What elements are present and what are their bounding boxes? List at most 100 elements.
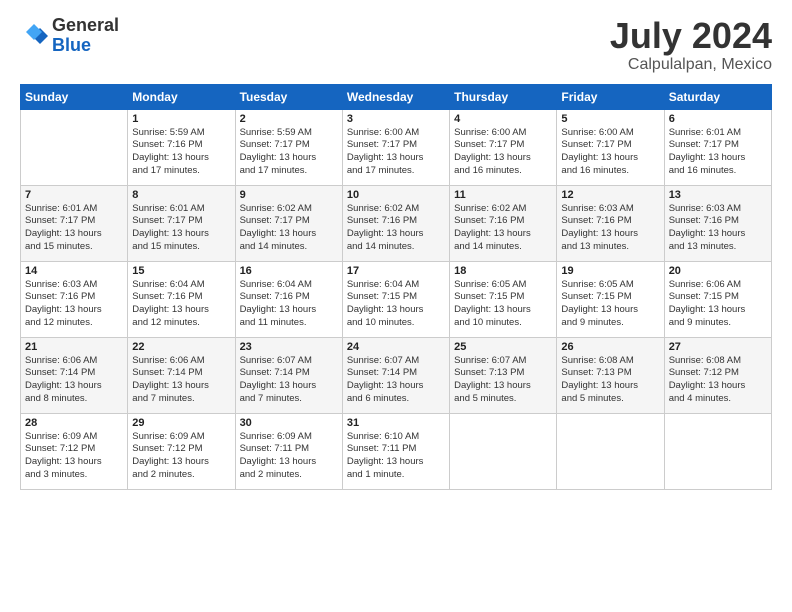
calendar-cell: 2 Sunrise: 5:59 AMSunset: 7:17 PMDaylight… (235, 109, 342, 185)
day-info: Sunrise: 6:05 AMSunset: 7:15 PMDaylight:… (561, 279, 659, 330)
day-info: Sunrise: 6:02 AMSunset: 7:16 PMDaylight:… (347, 203, 445, 254)
day-info: Sunrise: 6:08 AMSunset: 7:12 PMDaylight:… (669, 355, 767, 406)
calendar-cell: 3Sunrise: 6:00 AMSunset: 7:17 PMDaylight… (342, 109, 449, 185)
day-info: Sunrise: 6:09 AMSunset: 7:12 PMDaylight:… (25, 431, 123, 482)
day-number: 12 (561, 189, 659, 201)
header-wednesday: Wednesday (342, 84, 449, 109)
day-number: 8 (132, 189, 230, 201)
day-number: 14 (25, 265, 123, 277)
calendar-cell: 13Sunrise: 6:03 AMSunset: 7:16 PMDayligh… (664, 185, 771, 261)
calendar-cell: 18 Sunrise: 6:05 AMSunset: 7:15 PMDayligh… (450, 261, 557, 337)
day-number: 15 (132, 265, 230, 277)
calendar-cell: 17Sunrise: 6:04 AMSunset: 7:15 PMDayligh… (342, 261, 449, 337)
calendar-cell: 20 Sunrise: 6:06 AMSunset: 7:15 PMDayligh… (664, 261, 771, 337)
day-info: Sunrise: 6:04 AMSunset: 7:16 PMDaylight:… (240, 279, 338, 330)
calendar-cell: 7 Sunrise: 6:01 AMSunset: 7:17 PMDaylight… (21, 185, 128, 261)
day-info: Sunrise: 6:00 AMSunset: 7:17 PMDaylight:… (454, 127, 552, 178)
calendar-cell: 15Sunrise: 6:04 AMSunset: 7:16 PMDayligh… (128, 261, 235, 337)
month-title: July 2024 (610, 16, 772, 56)
day-info: Sunrise: 6:06 AMSunset: 7:15 PMDaylight:… (669, 279, 767, 330)
header-tuesday: Tuesday (235, 84, 342, 109)
calendar-cell: 24 Sunrise: 6:07 AMSunset: 7:14 PMDayligh… (342, 337, 449, 413)
day-number: 1 (132, 113, 230, 125)
calendar-cell: 9Sunrise: 6:02 AMSunset: 7:17 PMDaylight… (235, 185, 342, 261)
day-info: Sunrise: 6:00 AMSunset: 7:17 PMDaylight:… (561, 127, 659, 178)
logo-blue: Blue (52, 36, 119, 56)
calendar-cell: 10 Sunrise: 6:02 AMSunset: 7:16 PMDayligh… (342, 185, 449, 261)
calendar-cell: 22 Sunrise: 6:06 AMSunset: 7:14 PMDayligh… (128, 337, 235, 413)
day-info: Sunrise: 6:03 AMSunset: 7:16 PMDaylight:… (25, 279, 123, 330)
calendar-cell: 21Sunrise: 6:06 AMSunset: 7:14 PMDayligh… (21, 337, 128, 413)
day-number: 22 (132, 341, 230, 353)
calendar-week-3: 21Sunrise: 6:06 AMSunset: 7:14 PMDayligh… (21, 337, 772, 413)
day-info: Sunrise: 6:02 AMSunset: 7:17 PMDaylight:… (240, 203, 338, 254)
day-number: 26 (561, 341, 659, 353)
day-number: 6 (669, 113, 767, 125)
calendar-cell: 27 Sunrise: 6:08 AMSunset: 7:12 PMDayligh… (664, 337, 771, 413)
day-number: 18 (454, 265, 552, 277)
calendar-week-4: 28 Sunrise: 6:09 AMSunset: 7:12 PMDayligh… (21, 413, 772, 489)
day-info: Sunrise: 5:59 AMSunset: 7:16 PMDaylight:… (132, 127, 230, 178)
calendar-cell: 8 Sunrise: 6:01 AMSunset: 7:17 PMDaylight… (128, 185, 235, 261)
day-number: 11 (454, 189, 552, 201)
header: General Blue July 2024 Calpulalpan, Mexi… (20, 16, 772, 74)
day-info: Sunrise: 6:07 AMSunset: 7:13 PMDaylight:… (454, 355, 552, 406)
logo-text: General Blue (52, 16, 119, 56)
header-row: Sunday Monday Tuesday Wednesday Thursday… (21, 84, 772, 109)
day-number: 19 (561, 265, 659, 277)
calendar-cell (21, 109, 128, 185)
day-info: Sunrise: 6:02 AMSunset: 7:16 PMDaylight:… (454, 203, 552, 254)
calendar-cell: 1 Sunrise: 5:59 AMSunset: 7:16 PMDaylight… (128, 109, 235, 185)
calendar-cell (557, 413, 664, 489)
logo: General Blue (20, 16, 119, 56)
day-info: Sunrise: 6:09 AMSunset: 7:12 PMDaylight:… (132, 431, 230, 482)
day-number: 30 (240, 417, 338, 429)
calendar-cell: 25 Sunrise: 6:07 AMSunset: 7:13 PMDayligh… (450, 337, 557, 413)
day-number: 27 (669, 341, 767, 353)
page: General Blue July 2024 Calpulalpan, Mexi… (0, 0, 792, 500)
day-number: 28 (25, 417, 123, 429)
logo-general: General (52, 16, 119, 36)
day-info: Sunrise: 6:01 AMSunset: 7:17 PMDaylight:… (25, 203, 123, 254)
day-number: 20 (669, 265, 767, 277)
header-thursday: Thursday (450, 84, 557, 109)
calendar-cell: 14 Sunrise: 6:03 AMSunset: 7:16 PMDayligh… (21, 261, 128, 337)
day-number: 7 (25, 189, 123, 201)
calendar-week-0: 1 Sunrise: 5:59 AMSunset: 7:16 PMDaylight… (21, 109, 772, 185)
day-number: 5 (561, 113, 659, 125)
calendar-week-1: 7 Sunrise: 6:01 AMSunset: 7:17 PMDaylight… (21, 185, 772, 261)
day-info: Sunrise: 6:09 AMSunset: 7:11 PMDaylight:… (240, 431, 338, 482)
calendar-cell: 29 Sunrise: 6:09 AMSunset: 7:12 PMDayligh… (128, 413, 235, 489)
day-info: Sunrise: 6:01 AMSunset: 7:17 PMDaylight:… (669, 127, 767, 178)
header-monday: Monday (128, 84, 235, 109)
calendar-cell: 4 Sunrise: 6:00 AMSunset: 7:17 PMDaylight… (450, 109, 557, 185)
calendar-cell: 26 Sunrise: 6:08 AMSunset: 7:13 PMDayligh… (557, 337, 664, 413)
day-number: 10 (347, 189, 445, 201)
location: Calpulalpan, Mexico (610, 56, 772, 74)
day-number: 2 (240, 113, 338, 125)
calendar-week-2: 14 Sunrise: 6:03 AMSunset: 7:16 PMDayligh… (21, 261, 772, 337)
day-info: Sunrise: 6:05 AMSunset: 7:15 PMDaylight:… (454, 279, 552, 330)
day-info: Sunrise: 6:06 AMSunset: 7:14 PMDaylight:… (132, 355, 230, 406)
calendar-cell: 31Sunrise: 6:10 AMSunset: 7:11 PMDayligh… (342, 413, 449, 489)
day-number: 3 (347, 113, 445, 125)
day-info: Sunrise: 6:10 AMSunset: 7:11 PMDaylight:… (347, 431, 445, 482)
calendar-cell: 16Sunrise: 6:04 AMSunset: 7:16 PMDayligh… (235, 261, 342, 337)
day-number: 29 (132, 417, 230, 429)
calendar-cell: 19 Sunrise: 6:05 AMSunset: 7:15 PMDayligh… (557, 261, 664, 337)
calendar-cell: 12Sunrise: 6:03 AMSunset: 7:16 PMDayligh… (557, 185, 664, 261)
day-info: Sunrise: 6:07 AMSunset: 7:14 PMDaylight:… (347, 355, 445, 406)
day-info: Sunrise: 5:59 AMSunset: 7:17 PMDaylight:… (240, 127, 338, 178)
logo-icon (20, 22, 48, 50)
day-info: Sunrise: 6:08 AMSunset: 7:13 PMDaylight:… (561, 355, 659, 406)
calendar-cell (450, 413, 557, 489)
calendar-cell: 30 Sunrise: 6:09 AMSunset: 7:11 PMDayligh… (235, 413, 342, 489)
day-number: 4 (454, 113, 552, 125)
day-info: Sunrise: 6:01 AMSunset: 7:17 PMDaylight:… (132, 203, 230, 254)
day-number: 23 (240, 341, 338, 353)
day-number: 17 (347, 265, 445, 277)
day-number: 24 (347, 341, 445, 353)
day-number: 25 (454, 341, 552, 353)
calendar-cell: 6 Sunrise: 6:01 AMSunset: 7:17 PMDaylight… (664, 109, 771, 185)
header-friday: Friday (557, 84, 664, 109)
